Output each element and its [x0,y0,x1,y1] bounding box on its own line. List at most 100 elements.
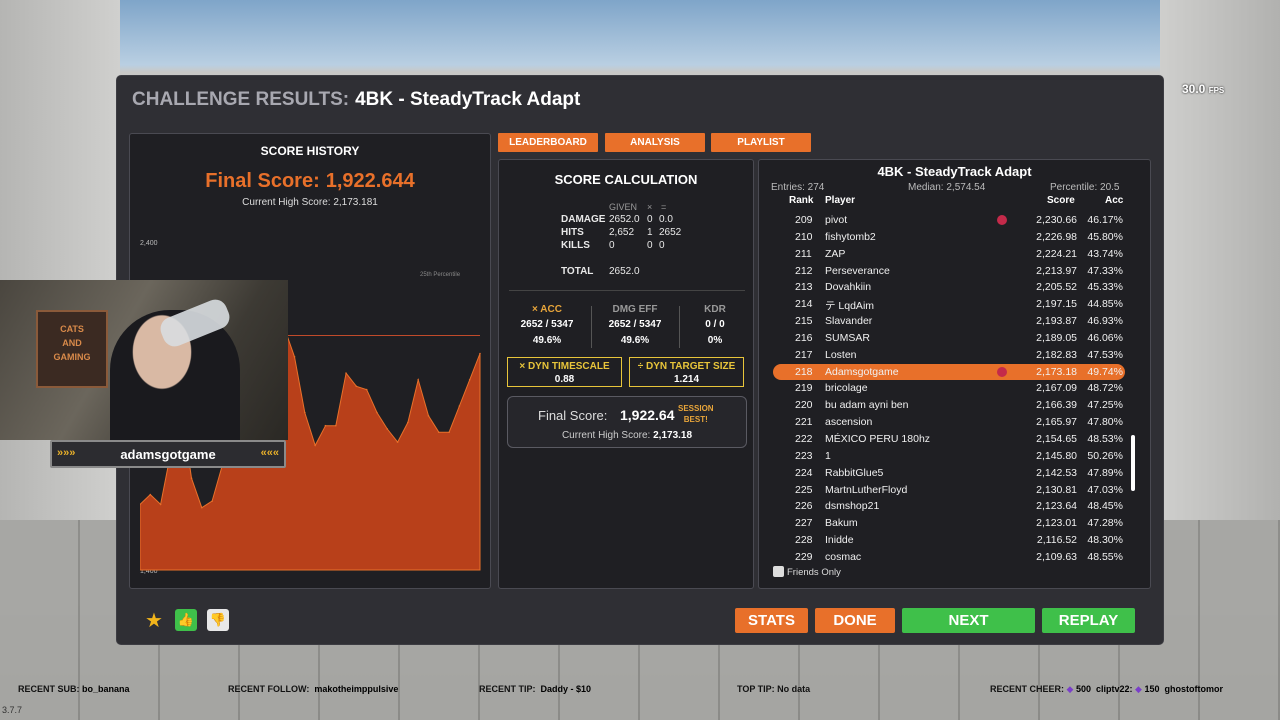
row-score: 2,182.83 [1036,348,1077,361]
leaderboard-row[interactable]: 221 ascension 2,165.97 47.80% [773,414,1125,431]
entries-count: Entries: 274 [771,182,825,193]
leaderboard-row[interactable]: 223 1 2,145.80 50.26% [773,448,1125,465]
recent-cheer: RECENT CHEER: ◆ 500 cliptv22: ◆ 150 ghos… [990,684,1224,694]
thumbs-down-icon[interactable]: 👎 [207,609,229,631]
leaderboard-row[interactable]: 213 Dovahkiin 2,205.52 45.33% [773,279,1125,296]
row-acc: 47.25% [1087,399,1123,412]
session-best-badge: SESSION BEST! [678,404,714,424]
row-score: 2,142.53 [1036,466,1077,479]
row-acc: 47.80% [1087,416,1123,429]
leaderboard-list[interactable]: 209 pivot 2,230.66 46.17% 210 fishytomb2 2,226… [773,212,1125,562]
leaderboard-row[interactable]: 215 Slavander 2,193.87 46.93% [773,313,1125,330]
row-score: 2,154.65 [1036,432,1077,445]
row-acc: 48.55% [1087,550,1123,562]
replay-button[interactable]: REPLAY [1042,608,1135,633]
score-point [201,506,203,509]
row-rank: 216 [795,331,813,344]
leaderboard-row[interactable]: 217 Losten 2,182.83 47.53% [773,347,1125,364]
friends-only-toggle[interactable]: Friends Only [773,566,841,578]
score-point [427,415,430,417]
leaderboard-scrollbar[interactable] [1131,435,1135,491]
stats-button[interactable]: STATS [735,608,808,633]
top-tip: TOP TIP: No data [737,684,811,694]
recent-tip: RECENT TIP: Daddy - $10 [479,684,592,694]
done-button[interactable]: DONE [815,608,895,633]
leaderboard-row-current-player[interactable]: 218 Adamsgotgame 2,173.18 49.74% [773,363,1125,381]
leaderboard-row[interactable]: 211 ZAP 2,224.21 43.74% [773,246,1125,263]
row-score: 2,224.21 [1036,247,1077,260]
row-player: fishytomb2 [825,230,876,243]
leaderboard-row[interactable]: 210 fishytomb2 2,226.98 45.80% [773,229,1125,246]
calc-total-value: 2652.0 [609,266,640,277]
bits-icon: ◆ [1066,684,1074,694]
row-acc: 45.33% [1087,281,1123,294]
row-score: 2,197.15 [1036,298,1077,311]
leaderboard-row[interactable]: 227 Bakum 2,123.01 47.28% [773,515,1125,532]
score-point [448,431,450,434]
recent-follow: RECENT FOLLOW: makotheimppulsive [228,684,399,694]
calc-label-damage: DAMAGE [561,214,606,225]
leaderboard-row[interactable]: 220 bu adam ayni ben 2,166.39 47.25% [773,397,1125,414]
row-score: 2,165.97 [1036,416,1077,429]
row-player: dsmshop21 [825,500,880,513]
percentile: Percentile: 20.5 [1050,182,1120,193]
row-acc: 49.74% [1087,365,1123,378]
tab-playlist[interactable]: PLAYLIST [711,133,811,152]
leaderboard-row[interactable]: 214 テ LqdAim 2,197.15 44.85% [773,296,1125,313]
row-rank: 224 [795,466,813,479]
row-rank: 221 [795,416,813,429]
tab-leaderboard[interactable]: LEADERBOARD [498,133,598,152]
col-rank: Rank [789,195,814,206]
row-score: 2,173.18 [1036,365,1077,378]
score-calculation-card: SCORE CALCULATION GIVEN × = DAMAGE 2652.… [498,159,754,589]
checkbox[interactable] [773,566,784,577]
thumbs-up-icon[interactable]: 👍 [175,609,197,631]
row-rank: 215 [795,315,813,328]
score-calculation-title: SCORE CALCULATION [554,172,698,187]
leaderboard-row[interactable]: 228 Inidde 2,116.52 48.30% [773,532,1125,549]
row-player: bu adam ayni ben [825,399,909,412]
median-score: Median: 2,574.54 [908,182,986,193]
row-acc: 46.17% [1087,214,1123,226]
history-high-score: Current High Score: 2,173.181 [242,197,378,208]
row-rank: 219 [795,382,813,395]
row-player: Losten [825,348,857,361]
leaderboard-row[interactable]: 222 MÉXICO PERU 180hz 2,154.65 48.53% [773,431,1125,448]
score-point [468,378,471,381]
row-acc: 44.85% [1087,298,1123,311]
divider [591,306,592,348]
row-acc: 50.26% [1087,449,1123,462]
row-score: 2,230.66 [1036,214,1077,226]
webcam-feed: CATS AND GAMING [0,280,288,440]
row-acc: 48.45% [1087,500,1123,513]
leaderboard-row[interactable]: 209 pivot 2,230.66 46.17% [773,212,1125,229]
score-point [458,405,461,407]
row-score: 2,130.81 [1036,483,1077,496]
row-score: 2,123.01 [1036,517,1077,530]
score-point [304,411,306,414]
leaderboard-row[interactable]: 225 MartnLutherFloyd 2,130.81 47.03% [773,482,1125,499]
leaderboard-row[interactable]: 226 dsmshop21 2,123.64 48.45% [773,498,1125,515]
score-point [396,441,399,443]
row-score: 2,205.52 [1036,281,1077,294]
row-player: Slavander [825,315,873,328]
row-player: MartnLutherFloyd [825,483,908,496]
version-label: 3.7.7 [2,705,23,715]
leaderboard-row[interactable]: 229 cosmac 2,109.63 48.55% [773,549,1125,562]
leaderboard-row[interactable]: 219 bricolage 2,167.09 48.72% [773,380,1125,397]
leaderboard-row[interactable]: 224 RabbitGlue5 2,142.53 47.89% [773,465,1125,482]
score-history-title: SCORE HISTORY [260,144,360,158]
row-rank: 222 [795,432,813,445]
leaderboard-row[interactable]: 216 SUMSAR 2,189.05 46.06% [773,330,1125,347]
score-point [437,431,440,434]
row-score: 2,167.09 [1036,382,1077,395]
row-acc: 47.53% [1087,348,1123,361]
col-acc: Acc [1105,195,1124,206]
row-player: Perseverance [825,264,890,277]
tab-analysis[interactable]: ANALYSIS [605,133,705,152]
leaderboard-row[interactable]: 212 Perseverance 2,213.97 47.33% [773,263,1125,280]
next-button[interactable]: NEXT [902,608,1035,633]
star-icon[interactable]: ★ [145,611,163,631]
row-player: cosmac [825,550,862,562]
row-player: Adamsgotgame [825,365,899,378]
